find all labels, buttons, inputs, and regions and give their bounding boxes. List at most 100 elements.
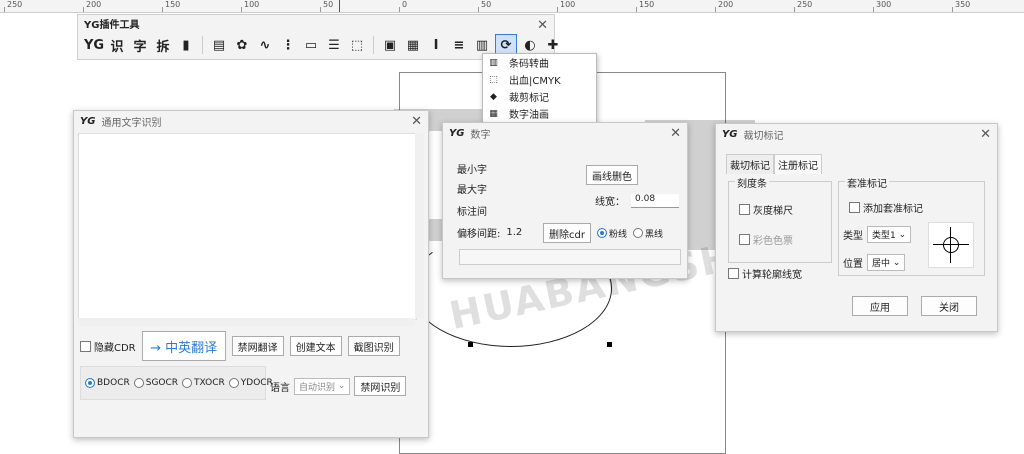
toolbar-button-13[interactable]: ▣ [380,35,400,55]
horizontal-ruler: 25020015010050050100150200250300350400 [0,0,1024,13]
menu-item-label: 条码转曲 [509,59,549,70]
engine-ydocr-radio[interactable]: YDOCR [228,378,273,388]
pink-line-radio[interactable]: 粉线 [596,227,627,240]
ruler-tick-label: 200 [718,0,734,9]
ruler-tick-label: 100 [244,0,260,9]
menu-item-3[interactable]: ◆ 裁剪标记 [483,88,596,105]
ruler-tick [4,7,5,12]
ruler-tick [715,7,716,12]
offset-label: 偏移间距: [457,229,501,240]
toolbar-button-19[interactable]: ◐ [520,35,540,55]
close-icon[interactable]: ✕ [980,127,991,142]
toolbar-button-5[interactable]: ▮ [176,35,196,55]
ruler-tick [162,7,163,12]
toolbar-button-7[interactable]: ✿ [232,35,252,55]
net-ocr-button[interactable]: 禁网识别 [354,376,407,396]
ruler-tick-label: 250 [797,0,813,9]
toolbar-button-3[interactable]: 字 [130,35,150,55]
menu-item-4[interactable]: ▦ 数字油画 [483,105,596,122]
crosshair-circle-icon [943,237,959,253]
toolbar-button-15[interactable]: I [426,35,446,55]
menu-item-1[interactable]: ▥ 条码转曲 [483,54,596,71]
screenshot-ocr-button[interactable]: 截图识别 [347,336,400,356]
toolbar-button-9[interactable]: ⋮ [278,35,298,55]
toolbar-button-14[interactable]: ▦ [403,35,423,55]
menu-item-label: 数字油画 [509,110,549,121]
ruler-tick [952,7,953,12]
ruler-tick-label: 250 [7,0,23,9]
selection-handle[interactable] [468,342,473,347]
close-icon[interactable]: ✕ [537,18,548,33]
toolbar-button-20[interactable]: ✚ [543,35,563,55]
engine-sgocr-radio[interactable]: SGOCR [133,378,178,388]
tab-trim-marks[interactable]: 裁切标记 [726,154,774,174]
toolbar-button-4[interactable]: 拆 [153,35,173,55]
black-line-radio[interactable]: 黑线 [632,227,663,240]
digital-oil-window: YG 数字 ✕ 最小字 画线删色 最大字 标注间 线宽： 0.08 偏移间距: … [442,122,688,279]
trim-marks-window: YG 裁切标记 ✕ 裁切标记 注册标记 刻度条 灰度梯尺 彩色色票 套准标记 添… [715,123,998,332]
linewidth-input[interactable]: 0.08 [631,193,679,208]
toolbar-button-8[interactable]: ∿ [255,35,275,55]
ruler-tick [636,7,637,12]
gray-ruler-checkbox[interactable]: 灰度梯尺 [739,202,793,217]
ruler-tick [873,7,874,12]
yg-logo: YG [722,128,738,140]
linewidth-label: 线宽： [595,197,625,208]
close-icon[interactable]: ✕ [411,114,422,129]
ruler-tick [83,7,84,12]
vertical-scrollbar[interactable] [415,133,424,318]
type-select[interactable]: 类型1 ⌄ [867,226,912,243]
apply-button[interactable]: 应用 [852,296,908,316]
engine-bdocr-radio[interactable]: BDOCR [85,378,130,388]
toolbar-button-10[interactable]: ▭ [301,35,321,55]
progress-bar [459,249,681,265]
ruler-tick-label: 0 [402,0,408,9]
horizontal-scrollbar[interactable] [78,318,415,326]
net-translate-button[interactable]: 禁网翻译 [231,336,284,356]
toolbar-button-17[interactable]: ▥ [472,35,492,55]
draw-line-button[interactable]: 画线删色 [586,165,638,185]
position-select[interactable]: 居中 ⌄ [867,254,906,271]
ruler-tick-label: 350 [955,0,971,9]
color-bar-checkbox[interactable]: 彩色色票 [739,232,793,247]
ruler-tick-label: 200 [86,0,102,9]
close-button[interactable]: 关闭 [921,296,977,316]
selection-handle[interactable] [607,342,612,347]
mark-spacing-label: 标注间 [457,207,487,218]
ruler-tick-label: 50 [481,0,492,9]
scale-bar-label: 刻度条 [735,175,769,190]
scale-bar-group: 刻度条 灰度梯尺 彩色色票 [728,175,832,263]
ruler-tick [320,7,321,12]
ruler-tick-label: 300 [876,0,892,9]
barcode-icon: ▥ [489,57,498,68]
toolbar-button-12[interactable]: ⬚ [347,35,367,55]
menu-item-2[interactable]: ⬚ 出血|CMYK [483,71,596,88]
yg-logo: YG [449,127,465,139]
language-label: 语言 [270,382,290,394]
offset-value[interactable]: 1.2 [506,227,522,238]
hide-cdr-checkbox[interactable]: 隐藏CDR [80,339,136,354]
engine-txocr-radio[interactable]: TXOCR [182,378,225,388]
toolbar-button-16[interactable]: ≡ [449,35,469,55]
menu-item-label: 裁剪标记 [509,93,549,104]
tab-registration-marks[interactable]: 注册标记 [774,154,822,174]
number-paint-icon: ▦ [489,108,498,119]
toolbar-button-11[interactable]: ☰ [324,35,344,55]
registration-group-label: 套准标记 [845,175,889,190]
language-select[interactable]: 自动识别 ⌄ [294,377,351,395]
calc-outline-checkbox[interactable]: 计算轮廓线宽 [728,266,802,281]
close-icon[interactable]: ✕ [670,126,681,141]
bleed-icon: ⬚ [489,74,498,85]
type-label: 类型 [843,231,863,242]
max-size-label: 最大字 [457,185,487,196]
trim-title: 裁切标记 [743,130,784,142]
ocr-result-textarea[interactable] [78,133,417,320]
toolbar-button-1[interactable]: YG [84,35,104,55]
ocr-title: 通用文字识别 [101,117,162,129]
translate-button[interactable]: → 中英翻译 [141,331,226,361]
add-registration-checkbox[interactable]: 添加套准标记 [849,200,923,215]
create-text-button[interactable]: 创建文本 [289,336,342,356]
toolbar-button-2[interactable]: 识 [107,35,127,55]
toolbar-button-6[interactable]: ▤ [209,35,229,55]
delete-cdr-button[interactable]: 删除cdr [543,223,591,243]
